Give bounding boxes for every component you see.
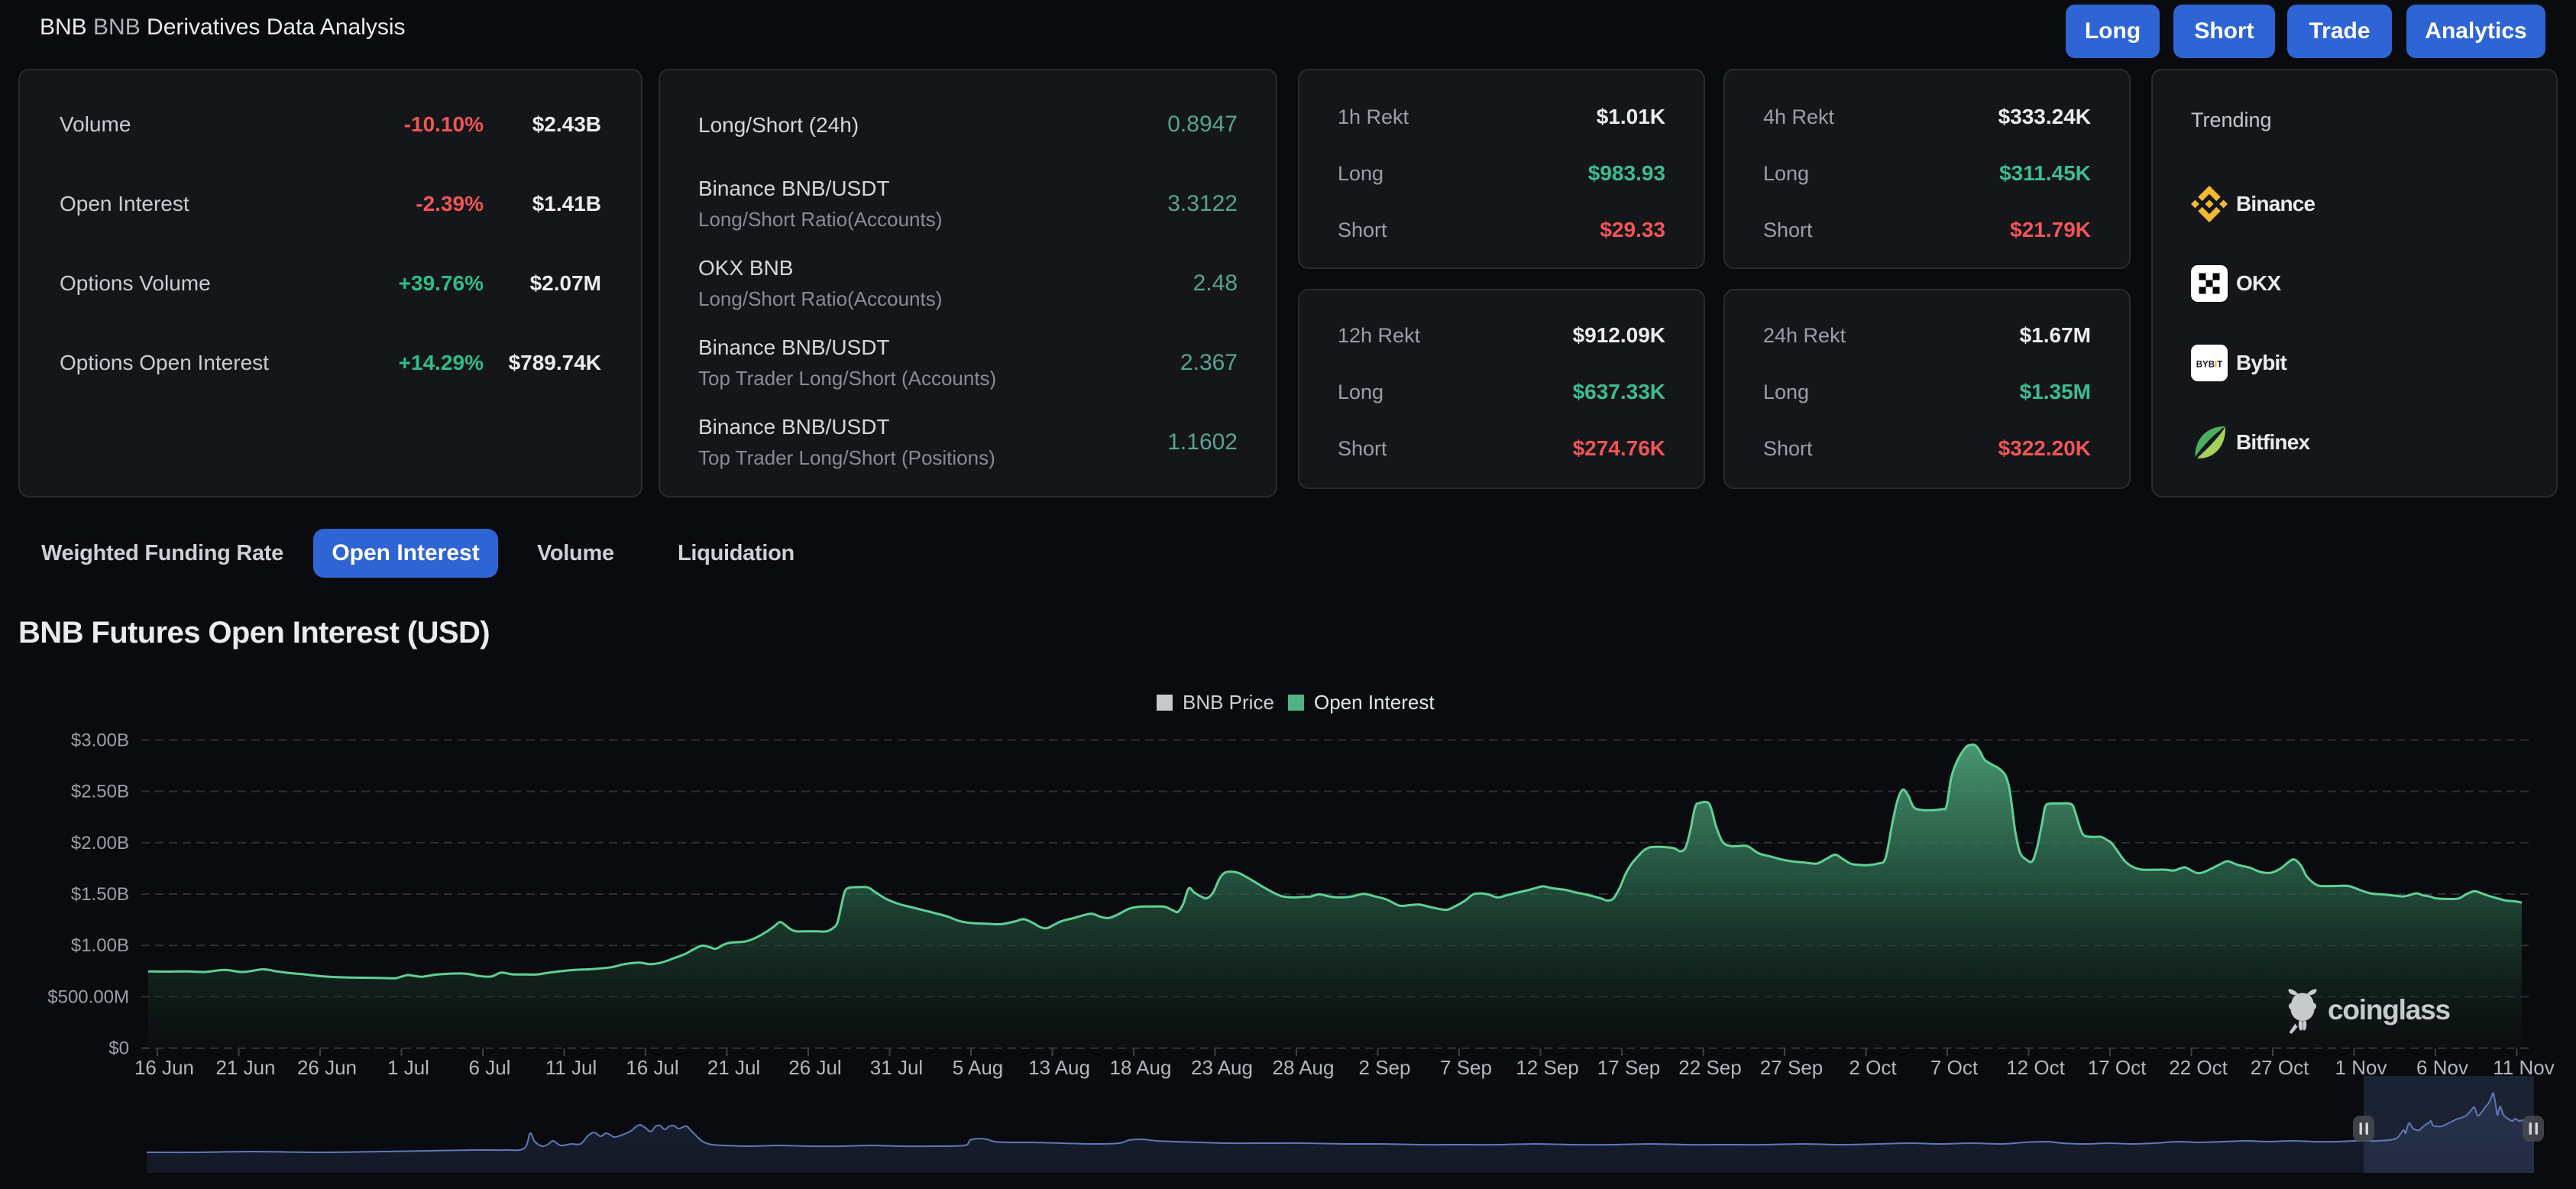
svg-text:17 Sep: 17 Sep	[1597, 1056, 1660, 1079]
svg-text:21 Jun: 21 Jun	[215, 1056, 275, 1079]
svg-text:7 Oct: 7 Oct	[1930, 1056, 1979, 1079]
svg-text:17 Oct: 17 Oct	[2088, 1056, 2147, 1079]
svg-text:$0: $0	[108, 1038, 129, 1059]
svg-text:1 Jul: 1 Jul	[387, 1056, 429, 1079]
svg-text:27 Sep: 27 Sep	[1760, 1056, 1823, 1079]
svg-text:22 Sep: 22 Sep	[1678, 1056, 1741, 1079]
svg-text:27 Oct: 27 Oct	[2251, 1056, 2309, 1079]
svg-text:26 Jun: 26 Jun	[297, 1056, 357, 1079]
svg-text:$1.50B: $1.50B	[71, 884, 129, 905]
svg-text:21 Jul: 21 Jul	[707, 1056, 760, 1079]
svg-text:$2.00B: $2.00B	[71, 833, 129, 854]
svg-text:2 Sep: 2 Sep	[1359, 1056, 1411, 1079]
svg-text:16 Jun: 16 Jun	[134, 1056, 194, 1079]
svg-text:12 Oct: 12 Oct	[2006, 1056, 2065, 1079]
svg-text:2 Oct: 2 Oct	[1849, 1056, 1897, 1079]
svg-text:1 Nov: 1 Nov	[2335, 1056, 2387, 1079]
svg-text:16 Jul: 16 Jul	[626, 1056, 678, 1079]
svg-text:6 Nov: 6 Nov	[2416, 1056, 2468, 1079]
svg-text:7 Sep: 7 Sep	[1440, 1056, 1492, 1079]
svg-text:11 Jul: 11 Jul	[545, 1056, 597, 1079]
svg-text:13 Aug: 13 Aug	[1028, 1056, 1090, 1079]
svg-text:$3.00B: $3.00B	[71, 730, 129, 750]
svg-text:coinglass: coinglass	[2328, 994, 2450, 1025]
svg-text:22 Oct: 22 Oct	[2169, 1056, 2228, 1079]
svg-text:6 Jul: 6 Jul	[469, 1056, 511, 1079]
svg-text:26 Jul: 26 Jul	[788, 1056, 841, 1079]
svg-text:12 Sep: 12 Sep	[1516, 1056, 1578, 1079]
svg-text:$500.00M: $500.00M	[47, 987, 129, 1007]
svg-text:18 Aug: 18 Aug	[1110, 1056, 1172, 1079]
svg-text:11 Nov: 11 Nov	[2493, 1056, 2554, 1079]
svg-text:5 Aug: 5 Aug	[953, 1056, 1004, 1079]
svg-text:$2.50B: $2.50B	[71, 782, 129, 802]
svg-text:$1.00B: $1.00B	[71, 935, 129, 956]
svg-text:31 Jul: 31 Jul	[870, 1056, 923, 1079]
svg-text:23 Aug: 23 Aug	[1191, 1056, 1253, 1079]
svg-text:28 Aug: 28 Aug	[1273, 1056, 1335, 1079]
